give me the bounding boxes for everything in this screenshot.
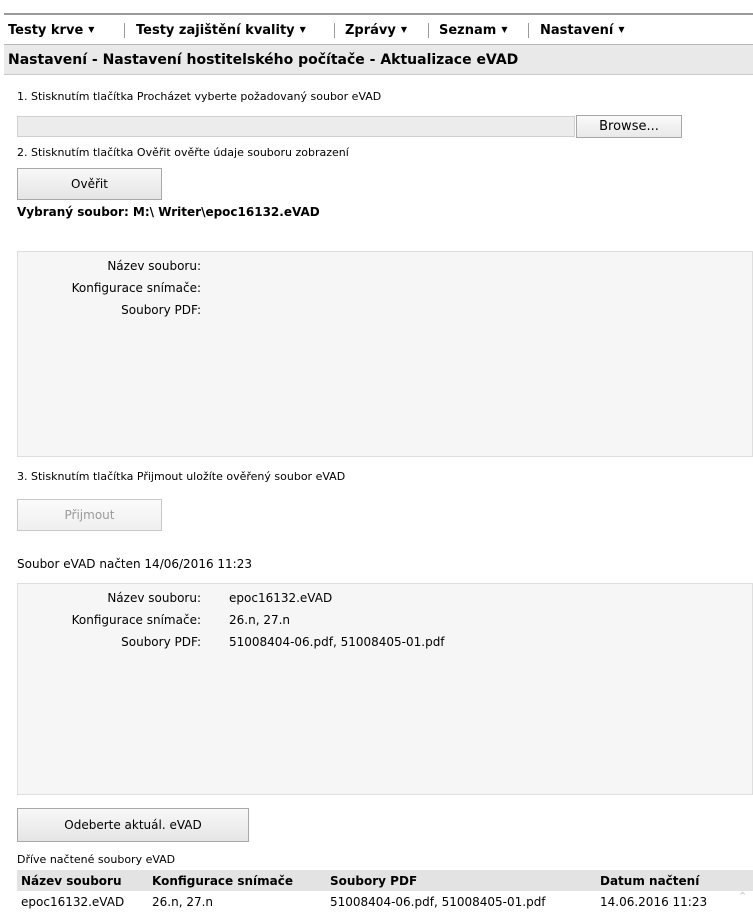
chevron-down-icon: ▼ <box>501 25 508 34</box>
table-cell-sensor-config: 26.n, 27.n <box>148 891 326 913</box>
step1-instruction: 1. Stisknutím tlačítka Procházet vyberte… <box>17 90 382 103</box>
page-title: Nastavení - Nastavení hostitelského počí… <box>4 45 753 75</box>
menu-divider <box>124 23 125 38</box>
table-row[interactable]: epoc16132.eVAD 26.n, 27.n 51008404-06.pd… <box>17 891 753 913</box>
current-evad-panel: Název souboru: epoc16132.eVAD Konfigurac… <box>17 583 753 795</box>
menu-label: Seznam <box>439 23 497 38</box>
sensor-config-value: 26.n, 27.n <box>229 613 291 627</box>
menu-label: Testy krve <box>8 23 84 38</box>
step3-instruction: 3. Stisknutím tlačítka Přijmout uložíte … <box>17 470 346 483</box>
remove-current-evad-button[interactable]: Odeberte aktuál. eVAD <box>17 808 249 842</box>
table-cell-pdf-files: 51008404-06.pdf, 51008405-01.pdf <box>326 891 596 913</box>
column-header-file-name[interactable]: Název souboru <box>17 870 148 891</box>
table-cell-file-name: epoc16132.eVAD <box>17 891 148 913</box>
pdf-files-value: 51008404-06.pdf, 51008405-01.pdf <box>229 635 445 649</box>
menu-label: Nastavení <box>540 23 614 38</box>
history-caption: Dříve načtené soubory eVAD <box>17 853 176 866</box>
column-header-sensor-config[interactable]: Konfigurace snímače <box>148 870 326 891</box>
column-header-load-date[interactable]: Datum načtení <box>596 870 753 891</box>
menu-divider <box>334 23 335 38</box>
sensor-config-label: Konfigurace snímače: <box>71 281 201 295</box>
chevron-down-icon: ▼ <box>299 25 306 34</box>
selected-file-label: Vybraný soubor: M:\ Writer\epoc16132.eVA… <box>17 205 320 219</box>
menu-seznam[interactable]: Seznam ▼ <box>439 15 507 44</box>
loaded-status: Soubor eVAD načten 14/06/2016 11:23 <box>17 557 252 571</box>
sensor-config-label: Konfigurace snímače: <box>71 613 201 627</box>
table-cell-load-date: 14.06.2016 11:23 <box>596 891 753 913</box>
browse-button[interactable]: Browse... <box>576 115 682 138</box>
history-table: Název souboru Konfigurace snímače Soubor… <box>17 870 753 913</box>
top-menu-bar: Testy krve ▼ Testy zajištění kvality ▼ Zpr… <box>4 13 753 45</box>
file-name-label: Název souboru: <box>107 591 201 605</box>
menu-divider <box>528 23 529 38</box>
file-path-field[interactable] <box>17 116 575 137</box>
menu-testy-krve[interactable]: Testy krve ▼ <box>8 15 94 44</box>
menu-label: Testy zajištění kvality <box>136 23 295 38</box>
chevron-down-icon: ▼ <box>400 25 408 34</box>
column-header-pdf-files[interactable]: Soubory PDF <box>326 870 596 891</box>
verify-button[interactable]: Ověřit <box>17 168 162 200</box>
file-name-label: Název souboru: <box>107 259 201 273</box>
menu-testy-zajisteni-kvality[interactable]: Testy zajištění kvality ▼ <box>136 15 306 44</box>
verify-details-panel: Název souboru: Konfigurace snímače: Soub… <box>17 251 753 457</box>
menu-zpravy[interactable]: Zprávy ▼ <box>345 15 407 44</box>
accept-button[interactable]: Přijmout <box>17 499 162 531</box>
menu-label: Zprávy <box>345 23 396 38</box>
file-name-value: epoc16132.eVAD <box>229 591 333 605</box>
chevron-down-icon: ▼ <box>618 25 625 34</box>
pdf-files-label: Soubory PDF: <box>121 635 201 649</box>
menu-divider <box>428 23 429 38</box>
chevron-down-icon: ▼ <box>88 25 95 34</box>
pdf-files-label: Soubory PDF: <box>121 303 201 317</box>
menu-nastaveni[interactable]: Nastavení ▼ <box>540 15 625 44</box>
table-header-row: Název souboru Konfigurace snímače Soubor… <box>17 870 753 891</box>
chevron-up-icon[interactable]: ⌃ <box>738 890 747 903</box>
step2-instruction: 2. Stisknutím tlačítka Ověřit ověřte úda… <box>17 146 349 159</box>
